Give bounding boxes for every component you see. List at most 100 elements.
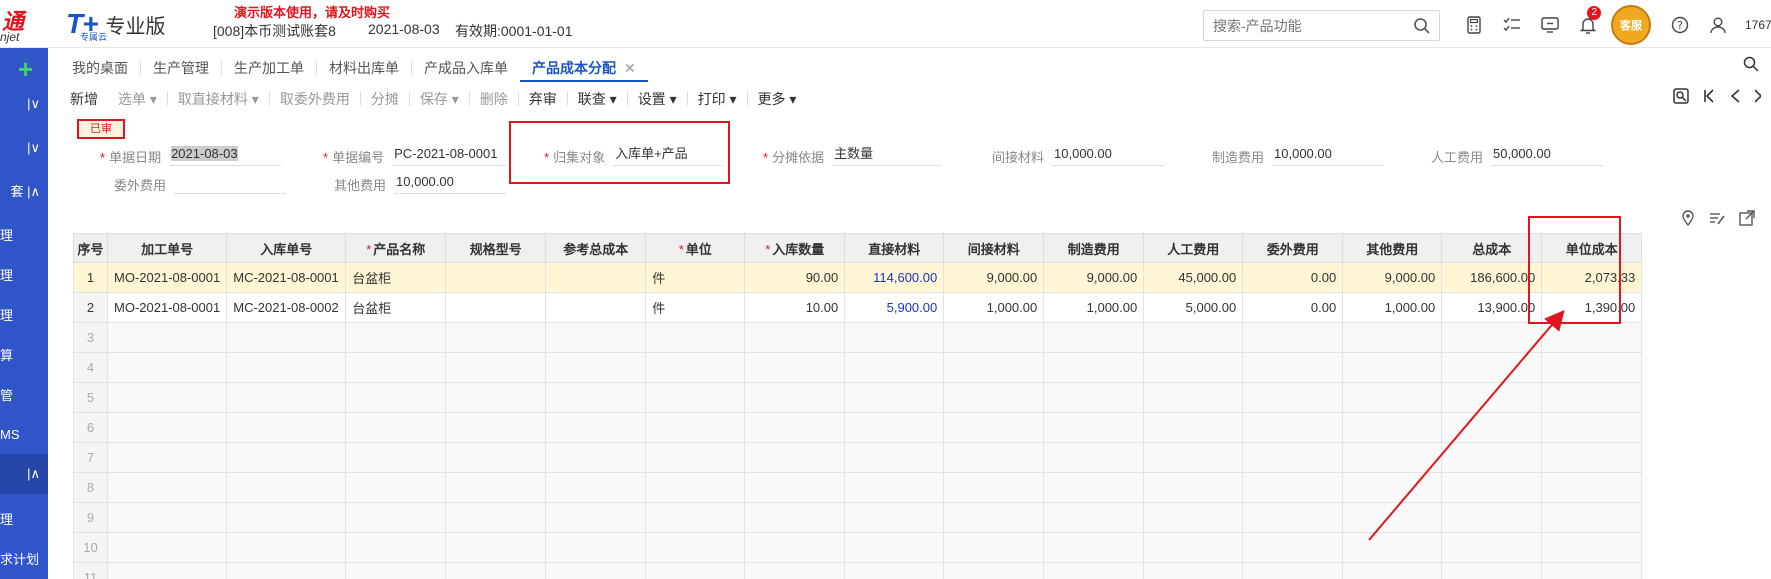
table-cell[interactable] (1143, 412, 1244, 443)
row-number[interactable]: 9 (73, 502, 108, 533)
table-cell[interactable]: 5,000.00 (1143, 292, 1244, 323)
table-row-empty[interactable]: 5 (73, 382, 1643, 413)
tab-production-order[interactable]: 生产加工单 (222, 54, 316, 82)
delete-button[interactable]: 删除 (470, 89, 518, 109)
table-cell[interactable] (1342, 502, 1443, 533)
table-cell[interactable]: 台盆柜 (345, 262, 447, 293)
table-cell[interactable] (1242, 382, 1344, 413)
table-cell[interactable] (844, 412, 945, 443)
table-cell[interactable] (445, 442, 547, 473)
table-row-empty[interactable]: 8 (73, 472, 1643, 503)
close-icon[interactable]: ✕ (624, 60, 636, 76)
table-cell[interactable] (106, 532, 228, 563)
allocate-button[interactable]: 分摊 (361, 89, 409, 109)
table-cell[interactable] (844, 562, 945, 579)
table-cell[interactable] (1143, 352, 1244, 383)
table-cell[interactable] (645, 502, 746, 533)
table-cell[interactable] (545, 502, 647, 533)
table-cell[interactable] (844, 322, 945, 353)
table-cell[interactable] (1043, 532, 1145, 563)
table-cell[interactable] (226, 562, 347, 579)
search-icon[interactable] (1413, 17, 1431, 35)
table-cell[interactable] (545, 352, 647, 383)
table-row[interactable]: 1 MO-2021-08-0001 MC-2021-08-0001 台盆柜 件 90.00… (73, 262, 1643, 293)
table-cell[interactable] (1043, 472, 1145, 503)
col-header[interactable]: 规格型号 (445, 233, 547, 263)
table-cell[interactable] (1541, 382, 1643, 413)
table-cell[interactable] (1441, 442, 1543, 473)
table-cell[interactable] (1043, 502, 1145, 533)
table-row[interactable]: 2 MO-2021-08-0001 MC-2021-08-0002 台盆柜 件 10.00… (73, 292, 1643, 323)
table-cell[interactable] (545, 562, 647, 579)
checklist-icon[interactable] (1493, 12, 1531, 38)
table-cell[interactable]: MO-2021-08-0001 (106, 292, 228, 323)
table-cell[interactable] (1541, 502, 1643, 533)
table-cell[interactable] (1242, 562, 1344, 579)
table-cell[interactable] (345, 502, 447, 533)
col-header[interactable]: 间接材料 (943, 233, 1045, 263)
table-cell[interactable] (545, 412, 647, 443)
table-cell[interactable] (1143, 502, 1244, 533)
table-cell[interactable] (744, 322, 846, 353)
help-icon[interactable]: ? (1661, 12, 1699, 38)
table-cell[interactable] (645, 532, 746, 563)
tab-search-icon[interactable] (1743, 56, 1759, 75)
calculator-icon[interactable] (1455, 12, 1493, 38)
table-cell[interactable]: 件 (645, 292, 746, 323)
table-cell[interactable] (545, 292, 647, 323)
table-cell[interactable] (1043, 412, 1145, 443)
table-cell[interactable] (445, 502, 547, 533)
sidebar-item-2[interactable]: 理 (0, 254, 48, 294)
table-cell[interactable] (1441, 532, 1543, 563)
table-cell[interactable] (445, 562, 547, 579)
tab-production-management[interactable]: 生产管理 (141, 54, 221, 82)
row-number[interactable]: 4 (73, 352, 108, 383)
col-header[interactable]: 参考总成本 (545, 233, 647, 263)
demo-notice[interactable]: 演示版本使用，请及时购买 (234, 2, 390, 21)
row-number[interactable]: 6 (73, 412, 108, 443)
table-cell[interactable] (545, 262, 647, 293)
table-cell[interactable]: 9,000.00 (1043, 262, 1145, 293)
table-cell[interactable] (106, 442, 228, 473)
table-cell[interactable] (1043, 382, 1145, 413)
table-cell[interactable] (1043, 352, 1145, 383)
table-cell[interactable] (445, 472, 547, 503)
table-cell[interactable] (106, 412, 228, 443)
table-cell[interactable] (943, 382, 1045, 413)
table-cell[interactable] (106, 562, 228, 579)
sidebar-item-1[interactable]: 理 (0, 214, 48, 254)
unapprove-button[interactable]: 弃审 (519, 89, 567, 109)
table-cell[interactable] (1043, 442, 1145, 473)
prev-page-icon[interactable] (1729, 88, 1741, 104)
table-cell[interactable] (1342, 322, 1443, 353)
table-cell[interactable] (226, 472, 347, 503)
tab-product-cost-allocation[interactable]: 产品成本分配 ✕ (520, 54, 648, 82)
table-cell[interactable] (1342, 352, 1443, 383)
table-cell[interactable]: 45,000.00 (1143, 262, 1244, 293)
row-number[interactable]: 8 (73, 472, 108, 503)
more-button[interactable]: 更多 ▾ (748, 89, 807, 109)
col-header[interactable]: 直接材料 (844, 233, 945, 263)
table-cell[interactable] (943, 352, 1045, 383)
table-row-empty[interactable]: 11 (73, 562, 1643, 579)
table-row-empty[interactable]: 10 (73, 532, 1643, 563)
sidebar-chevron-row-3[interactable]: 套 |∧ (0, 170, 48, 210)
tab-material-issue[interactable]: 材料出库单 (317, 54, 411, 82)
tab-desktop[interactable]: 我的桌面 (60, 54, 140, 82)
fetch-direct-material-button[interactable]: 取直接材料 ▾ (168, 89, 269, 109)
table-cell[interactable] (445, 412, 547, 443)
table-cell[interactable] (1242, 442, 1344, 473)
table-cell[interactable] (345, 472, 447, 503)
row-number[interactable]: 3 (73, 322, 108, 353)
table-cell[interactable] (1541, 322, 1643, 353)
table-cell[interactable] (445, 352, 547, 383)
table-cell[interactable]: MC-2021-08-0002 (226, 292, 347, 323)
table-cell[interactable] (445, 322, 547, 353)
table-cell[interactable] (943, 502, 1045, 533)
table-cell[interactable] (1541, 442, 1643, 473)
table-cell[interactable] (545, 442, 647, 473)
preview-search-icon[interactable] (1673, 88, 1689, 104)
table-cell[interactable] (744, 472, 846, 503)
table-cell[interactable] (844, 472, 945, 503)
table-cell[interactable] (345, 412, 447, 443)
